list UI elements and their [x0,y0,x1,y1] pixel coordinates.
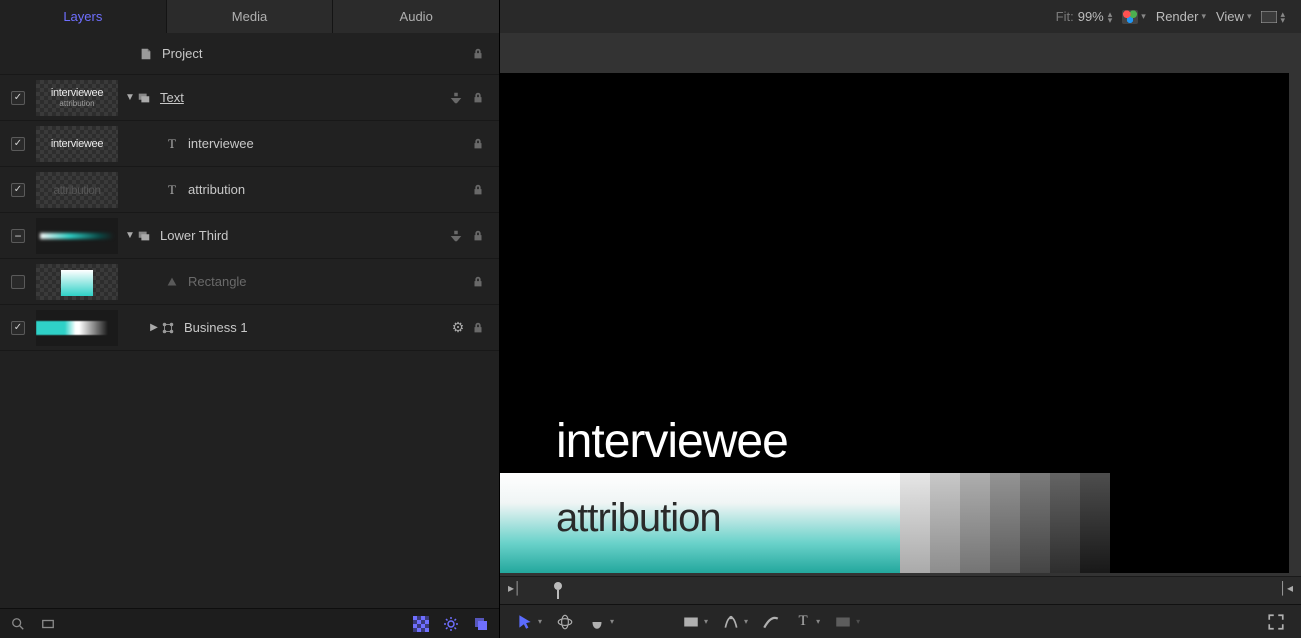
lock-icon[interactable] [471,275,485,289]
rotate-tool-icon[interactable] [556,613,574,631]
checker-icon[interactable] [413,616,429,632]
group-icon [136,228,152,244]
canvas-topbar: Fit: 99% ▴▾ ▾ Render▾ View▾ ▴▾ [500,0,1301,33]
checkbox-text[interactable] [11,91,25,105]
color-swatch-icon [1122,10,1138,24]
group-icon [136,90,152,106]
project-icon [138,46,154,62]
pen-tool-menu[interactable]: ▾ [744,617,748,626]
fit-label: Fit: [1056,9,1074,24]
select-tool-icon[interactable] [516,613,534,631]
text-tool-icon[interactable]: T [794,613,812,631]
lock-icon[interactable] [471,229,485,243]
select-tool-menu[interactable]: ▾ [538,617,542,626]
stack-icon[interactable] [473,616,489,632]
gear-icon[interactable] [443,616,459,632]
row-interviewee[interactable]: interviewee T interviewee [0,121,499,167]
text-icon: T [164,136,180,152]
panel-tabs: Layers Media Audio [0,0,499,33]
paint-stroke-tool-icon[interactable] [762,613,780,631]
row-rectangle[interactable]: Rectangle [0,259,499,305]
layout-dropdown[interactable]: ▴▾ [1261,11,1285,23]
fullscreen-icon[interactable] [1267,613,1285,631]
play-range-end-icon[interactable]: │◂ [1279,581,1293,595]
checkbox-business1[interactable] [11,321,25,335]
gear-icon[interactable]: ⚙ [452,319,465,336]
view-dropdown[interactable]: View▾ [1216,9,1251,24]
lock-icon[interactable] [471,321,485,335]
playhead-icon[interactable] [552,581,564,602]
attribution-label: attribution [188,182,245,197]
business1-label: Business 1 [184,320,248,335]
rectangle-tool-icon[interactable] [682,613,700,631]
checkbox-interviewee[interactable] [11,137,25,151]
right-panel: Fit: 99% ▴▾ ▾ Render▾ View▾ ▴▾ interview… [500,0,1301,638]
thumb-interviewee[interactable]: interviewee [36,126,118,162]
lock-icon[interactable] [471,47,485,61]
canvas-toolbar: ▾ ▾ ▾ ▾ T ▾ ▾ [500,604,1301,638]
left-panel: Layers Media Audio Project [0,0,500,638]
mask-tool-icon[interactable] [834,613,852,631]
row-project[interactable]: Project [0,33,499,75]
rectangle-label: Rectangle [188,274,247,289]
project-label: Project [162,46,202,61]
row-attribution[interactable]: attribution T attribution [0,167,499,213]
checkbox-lowerthird[interactable] [11,229,25,243]
text-group-label: Text [160,90,184,105]
disclosure-text[interactable]: ▼ [124,92,136,103]
thumb-attribution[interactable]: attribution [36,172,118,208]
row-business1[interactable]: ▶ Business 1 ⚙ [0,305,499,351]
shape-icon [164,274,180,290]
canvas-viewport[interactable]: interviewee attribution [500,33,1301,576]
thumb-rectangle[interactable] [36,264,118,300]
disclosure-lowerthird[interactable]: ▼ [124,230,136,241]
disclosure-business1[interactable]: ▶ [148,322,160,333]
filter-icon[interactable] [449,229,463,243]
pan-tool-menu[interactable]: ▾ [610,617,614,626]
thumb-lowerthird[interactable] [36,218,118,254]
left-bottom-bar [0,608,499,638]
mask-tool-menu[interactable]: ▾ [856,617,860,626]
checkbox-attribution[interactable] [11,183,25,197]
layer-rows: Project interviewee attribution ▼ [0,33,499,608]
row-lowerthird-group[interactable]: ▼ Lower Third [0,213,499,259]
tab-layers[interactable]: Layers [0,0,167,33]
lowerthird-label: Lower Third [160,228,228,243]
search-icon[interactable] [10,616,26,632]
checkbox-rectangle[interactable] [11,275,25,289]
text-tool-menu[interactable]: ▾ [816,617,820,626]
interviewee-label: interviewee [188,136,254,151]
fit-value[interactable]: 99% [1078,9,1104,24]
play-range-start-icon[interactable]: ▸│ [508,581,522,595]
lock-icon[interactable] [471,183,485,197]
row-text-group[interactable]: interviewee attribution ▼ Text [0,75,499,121]
behavior-icon [160,320,176,336]
frame-icon[interactable] [40,616,56,632]
canvas-subtitle-text[interactable]: attribution [556,496,721,541]
filter-icon[interactable] [449,91,463,105]
text-icon: T [164,182,180,198]
color-channel-dropdown[interactable]: ▾ [1122,10,1146,24]
lock-icon[interactable] [471,137,485,151]
tab-media[interactable]: Media [167,0,334,33]
tab-audio[interactable]: Audio [333,0,499,33]
thumb-text-group[interactable]: interviewee attribution [36,80,118,116]
thumb-business1[interactable] [36,310,118,346]
canvas-title-text[interactable]: interviewee [556,414,788,469]
pan-tool-icon[interactable] [588,613,606,631]
timeline-ruler[interactable]: ▸│ │◂ [500,576,1301,604]
pen-tool-icon[interactable] [722,613,740,631]
lock-icon[interactable] [471,91,485,105]
canvas[interactable]: interviewee attribution [500,73,1289,573]
rectangle-tool-menu[interactable]: ▾ [704,617,708,626]
fit-stepper[interactable]: ▴▾ [1108,11,1113,23]
render-dropdown[interactable]: Render▾ [1156,9,1206,24]
